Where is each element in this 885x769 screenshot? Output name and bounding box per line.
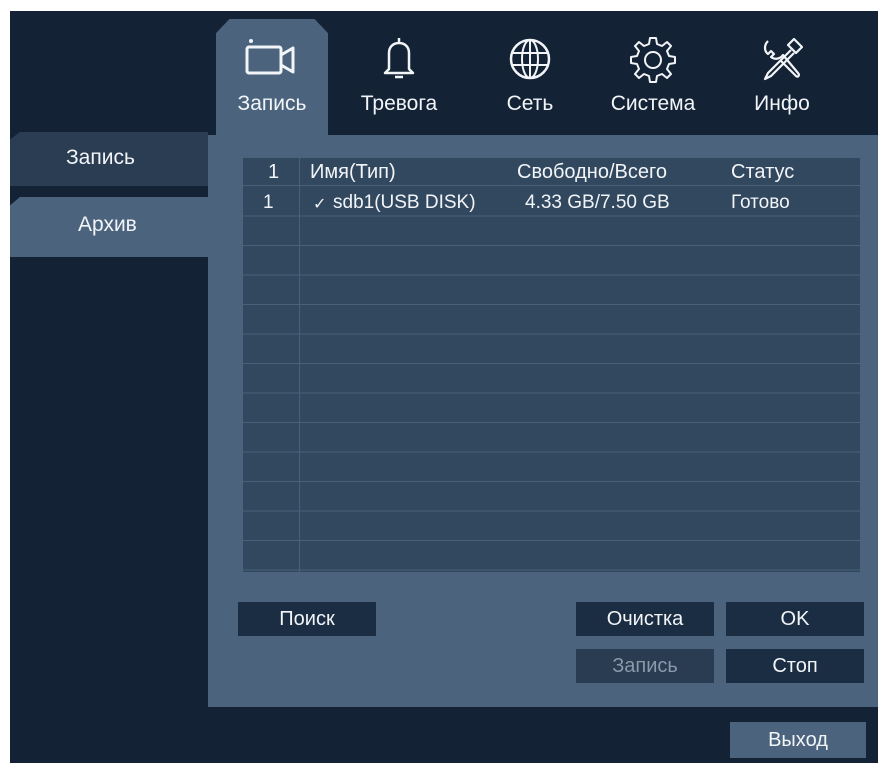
header-free-total: Свободно/Всего xyxy=(517,161,667,183)
header-number: 1 xyxy=(268,161,280,183)
checkmark-icon[interactable]: ✓ xyxy=(313,194,326,214)
dvr-screen: Запись Тревога Сеть Система Инфо Запись … xyxy=(10,11,878,763)
search-button[interactable]: Поиск xyxy=(238,602,376,636)
side-tab-record[interactable]: Запись xyxy=(10,132,208,186)
disk-table: 1 Имя(Тип) Свободно/Всего Статус 1 ✓ sdb… xyxy=(243,158,860,572)
side-tab-record-label: Запись xyxy=(66,146,135,169)
row-name-type: sdb1(USB DISK) xyxy=(333,192,476,213)
stop-button[interactable]: Стоп xyxy=(726,649,864,683)
tools-icon xyxy=(726,33,838,85)
tab-info-label: Инфо xyxy=(754,92,810,115)
header-name-type: Имя(Тип) xyxy=(310,161,396,183)
tab-network[interactable]: Сеть xyxy=(480,19,580,147)
tab-alarm[interactable]: Тревога xyxy=(340,19,458,147)
tab-network-label: Сеть xyxy=(506,92,554,115)
exit-button[interactable]: Выход xyxy=(730,722,866,758)
side-tab-archive-label: Архив xyxy=(78,213,137,236)
gear-icon xyxy=(588,33,718,85)
table-divider xyxy=(299,158,300,572)
clear-button[interactable]: Очистка xyxy=(576,602,714,636)
tab-system[interactable]: Система xyxy=(588,19,718,147)
globe-icon xyxy=(480,33,580,85)
video-camera-icon xyxy=(216,33,328,85)
row-status: Готово xyxy=(731,192,790,213)
row-free-total: 4.33 GB/7.50 GB xyxy=(525,192,670,213)
tab-record[interactable]: Запись xyxy=(216,19,328,147)
ok-button[interactable]: OK xyxy=(726,602,864,636)
header-status: Статус xyxy=(731,161,795,183)
tab-alarm-label: Тревога xyxy=(360,92,438,115)
tab-system-label: Система xyxy=(610,92,696,115)
row-number: 1 xyxy=(263,192,274,213)
tab-record-label: Запись xyxy=(237,92,307,115)
side-tab-archive[interactable]: Архив xyxy=(10,197,208,257)
bell-icon xyxy=(340,33,458,85)
tab-info[interactable]: Инфо xyxy=(726,19,838,147)
record-button[interactable]: Запись xyxy=(576,649,714,683)
